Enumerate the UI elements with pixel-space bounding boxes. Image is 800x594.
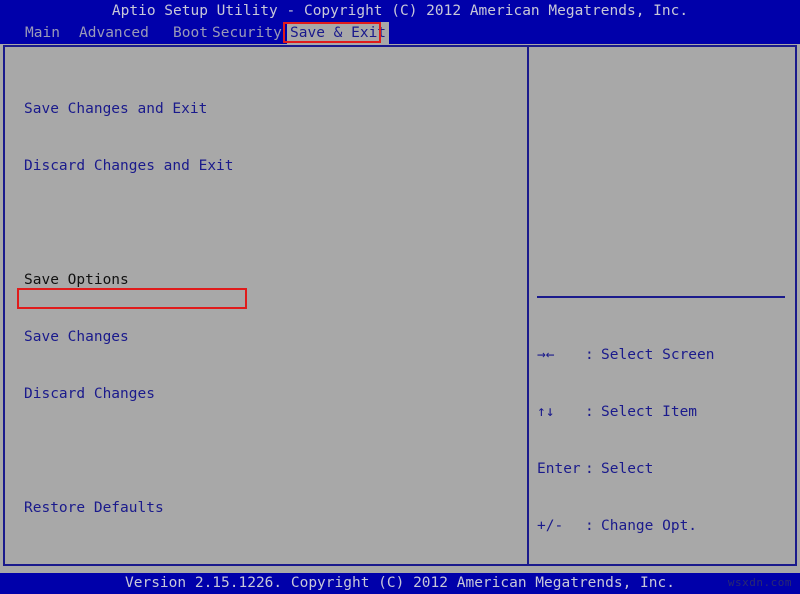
- menu-spacer: [24, 214, 514, 233]
- panel-vertical-divider: [527, 45, 529, 566]
- menu-item-discard-changes[interactable]: Discard Changes: [24, 385, 514, 404]
- help-row-select-item: ↑↓ : Select Item: [537, 403, 787, 422]
- menu-item-save-changes-and-exit[interactable]: Save Changes and Exit: [24, 100, 514, 119]
- help-key-legend: →← : Select Screen ↑↓ : Select Item Ente…: [537, 308, 787, 594]
- help-text: Select Item: [601, 404, 698, 420]
- help-separator: :: [585, 347, 594, 363]
- help-key-enter: Enter: [537, 461, 581, 477]
- help-separator: :: [585, 518, 594, 534]
- footer-bar: Version 2.15.1226. Copyright (C) 2012 Am…: [0, 573, 800, 594]
- watermark: wsxdn.com: [727, 576, 792, 589]
- menu-item-discard-changes-and-exit[interactable]: Discard Changes and Exit: [24, 157, 514, 176]
- help-row-enter: Enter : Select: [537, 460, 787, 479]
- help-panel-divider: [537, 296, 785, 298]
- tab-save-and-exit[interactable]: Save & Exit: [287, 22, 390, 44]
- bios-setup-screen: Aptio Setup Utility - Copyright (C) 2012…: [0, 0, 800, 594]
- tab-boot[interactable]: Boot: [170, 22, 211, 44]
- help-text: Select: [601, 461, 654, 477]
- save-exit-menu-list: Save Changes and Exit Discard Changes an…: [24, 62, 514, 594]
- menu-item-restore-defaults[interactable]: Restore Defaults: [24, 499, 514, 518]
- help-separator: :: [585, 461, 594, 477]
- footer-gap: [0, 566, 800, 573]
- help-key-plus-minus: +/-: [537, 518, 564, 534]
- title-bar: Aptio Setup Utility - Copyright (C) 2012…: [0, 0, 800, 22]
- help-text: Change Opt.: [601, 518, 698, 534]
- help-row-plus-minus: +/- : Change Opt.: [537, 517, 787, 536]
- arrows-up-down-icon: ↑↓: [537, 404, 555, 420]
- menu-bar: Main Advanced Boot Security Save & Exit: [0, 22, 800, 44]
- help-separator: :: [585, 404, 594, 420]
- help-text: Select Screen: [601, 347, 715, 363]
- menu-spacer: [24, 442, 514, 461]
- arrows-left-right-icon: →←: [537, 347, 555, 363]
- tab-main[interactable]: Main: [22, 22, 63, 44]
- menu-item-save-changes[interactable]: Save Changes: [24, 328, 514, 347]
- tab-security[interactable]: Security: [209, 22, 285, 44]
- tab-advanced[interactable]: Advanced: [76, 22, 152, 44]
- section-header-save-options: Save Options: [24, 272, 129, 288]
- help-row-select-screen: →← : Select Screen: [537, 346, 787, 365]
